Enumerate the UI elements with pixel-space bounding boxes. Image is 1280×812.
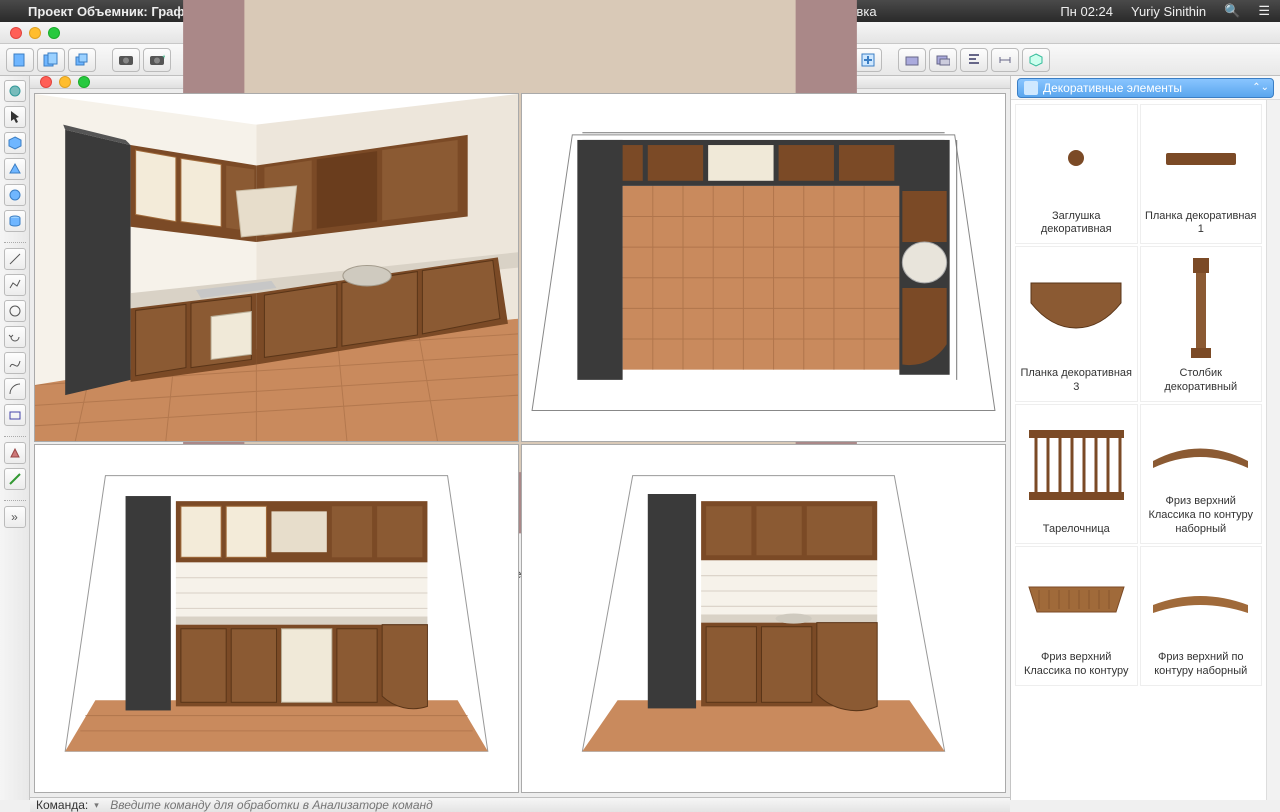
tool-measure-icon[interactable] — [4, 468, 26, 490]
spotlight-icon[interactable]: 🔍 — [1224, 3, 1240, 19]
command-label: Команда: — [36, 798, 88, 812]
command-bar: Команда: ▾ — [30, 797, 1010, 812]
library-item[interactable]: Тарелочница — [1015, 404, 1138, 544]
library-item-label: Фриз верхний Классика по контуру — [1018, 651, 1135, 679]
viewport-front[interactable] — [34, 444, 519, 793]
tool-line-icon[interactable] — [4, 248, 26, 270]
tool-select-icon[interactable] — [4, 106, 26, 128]
tool-extrude-icon[interactable] — [4, 442, 26, 464]
library-item-label: Фриз верхний по контуру наборный — [1143, 651, 1260, 679]
library-items-grid[interactable]: Заглушка декоративная Планка декоративна… — [1011, 100, 1266, 800]
tool-circle-icon[interactable] — [4, 300, 26, 322]
library-item-label: Заглушка декоративная — [1018, 210, 1135, 238]
library-item[interactable]: Планка декоративная 1 — [1140, 104, 1263, 244]
folder-icon — [1024, 81, 1038, 95]
library-item[interactable]: Столбик декоративный — [1140, 246, 1263, 402]
command-history-dropdown[interactable]: ▾ — [94, 800, 106, 811]
library-item-label: Планка декоративная 3 — [1018, 367, 1135, 395]
close-window-button[interactable] — [10, 27, 22, 39]
tool-cylinder-icon[interactable] — [4, 210, 26, 232]
tool-rotate-icon[interactable] — [4, 326, 26, 348]
tool-sphere-icon[interactable] — [4, 80, 26, 102]
tool-cone-icon[interactable] — [4, 158, 26, 180]
menubar-user[interactable]: Yuriy Sinithin — [1131, 4, 1206, 19]
viewport-top[interactable] — [521, 93, 1006, 442]
toolbar-cube3-icon[interactable] — [1022, 48, 1050, 72]
menubar-clock: Пн 02:24 — [1060, 4, 1113, 19]
left-toolbar: » — [0, 76, 30, 800]
library-item-label: Фриз верхний Классика по контуру наборны… — [1143, 495, 1260, 536]
library-category-label: Декоративные элементы — [1043, 81, 1182, 95]
tool-box-icon[interactable] — [4, 132, 26, 154]
command-input[interactable] — [110, 798, 1004, 812]
document-area: Чертеж '/Users/yuriy/Documents/Mebel/Про… — [30, 76, 1010, 800]
tool-polyline-icon[interactable] — [4, 274, 26, 296]
library-panel: Декоративные элементы ⌃⌄ Заглушка декора… — [1010, 76, 1280, 800]
tool-sphere2-icon[interactable] — [4, 184, 26, 206]
library-category-select[interactable]: Декоративные элементы ⌃⌄ — [1017, 78, 1274, 98]
library-item[interactable]: Фриз верхний Классика по контуру — [1015, 546, 1138, 686]
library-item[interactable]: Фриз верхний по контуру наборный — [1140, 546, 1263, 686]
library-item[interactable]: Фриз верхний Классика по контуру наборны… — [1140, 404, 1263, 544]
library-item[interactable]: Планка декоративная 3 — [1015, 246, 1138, 402]
tool-rect-icon[interactable] — [4, 404, 26, 426]
viewport-side[interactable] — [521, 444, 1006, 793]
library-item[interactable]: Заглушка декоративная — [1015, 104, 1138, 244]
tool-spline-icon[interactable] — [4, 352, 26, 374]
library-item-label: Тарелочница — [1043, 523, 1110, 537]
notification-center-icon[interactable]: ☰ — [1258, 3, 1270, 19]
tool-more-icon[interactable]: » — [4, 506, 26, 528]
tool-arc-icon[interactable] — [4, 378, 26, 400]
chevron-updown-icon: ⌃⌄ — [1252, 82, 1269, 93]
main-window: Проект Объемник: Графический редактор + — [0, 22, 1280, 800]
library-scrollbar[interactable] — [1266, 100, 1280, 800]
document-titlebar: Чертеж '/Users/yuriy/Documents/Mebel/Про… — [30, 76, 1010, 89]
library-item-label: Планка декоративная 1 — [1143, 210, 1260, 238]
viewport-3d[interactable] — [34, 93, 519, 442]
library-item-label: Столбик декоративный — [1143, 367, 1260, 395]
